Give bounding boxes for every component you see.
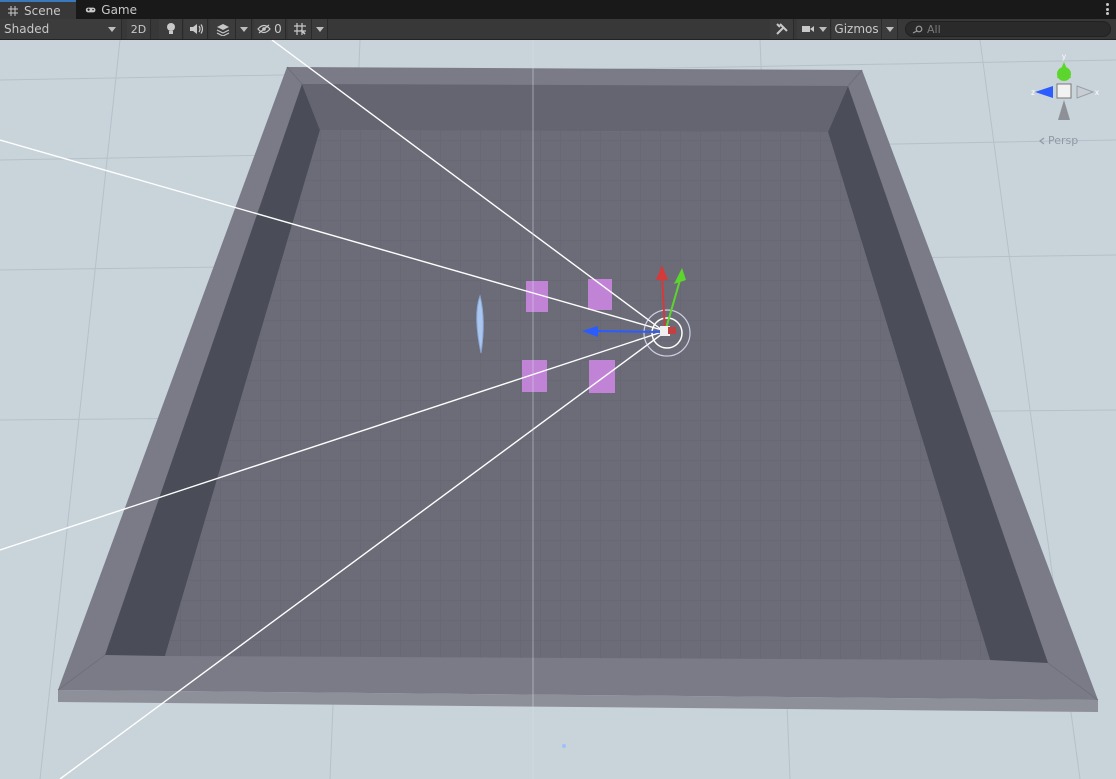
kebab-menu-icon[interactable] (1104, 2, 1110, 16)
gizmos-label: Gizmos (834, 22, 879, 36)
grid-dropdown-button[interactable] (312, 19, 328, 39)
projection-label: Persp (1048, 134, 1079, 147)
draw-mode-dropdown[interactable]: Shaded (0, 19, 122, 39)
hidden-objects-toggle[interactable]: 0 (254, 19, 286, 39)
chevron-down-icon (818, 26, 827, 32)
tools-button[interactable] (770, 19, 794, 39)
projection-toggle[interactable]: Persp (1038, 134, 1078, 147)
search-icon (912, 25, 923, 34)
svg-text:y: y (1062, 52, 1066, 61)
gizmo-center-cube[interactable] (1056, 83, 1072, 99)
orientation-gizmo[interactable]: y z x (1025, 48, 1105, 128)
chevron-down-icon (885, 26, 894, 32)
grid-snap-icon (293, 23, 306, 35)
chevron-left-icon (1039, 137, 1045, 144)
camera-settings-button[interactable] (797, 19, 831, 39)
scene-toolbar: Shaded 2D 0 Gizmos All (0, 19, 1116, 40)
effects-toggle-button[interactable] (210, 19, 236, 39)
tab-bar: Scene Game (0, 0, 1116, 19)
2d-toggle-button[interactable]: 2D (127, 19, 151, 39)
scene-render (0, 40, 1116, 779)
layers-icon (216, 23, 229, 36)
lightbulb-icon (166, 23, 175, 34)
camera-icon (801, 26, 814, 32)
chevron-down-icon (108, 27, 116, 32)
search-input[interactable] (927, 22, 1097, 36)
2d-toggle-label: 2D (130, 22, 147, 36)
gizmos-dropdown-button[interactable] (882, 19, 898, 39)
draw-mode-label: Shaded (4, 22, 50, 36)
svg-text:z: z (1031, 88, 1035, 97)
grid-toggle-button[interactable] (288, 19, 312, 39)
speaker-icon (189, 24, 203, 34)
gizmos-button[interactable]: Gizmos (832, 19, 882, 39)
tab-game-label: Game (101, 2, 137, 17)
cube-4 (589, 360, 615, 393)
axis-x-cone[interactable] (1076, 85, 1095, 99)
tab-scene[interactable]: Scene (0, 0, 76, 19)
wrench-icon (775, 23, 788, 35)
hidden-count: 0 (274, 22, 282, 36)
scene-viewport[interactable]: y z x Persp (0, 40, 1116, 779)
grid-icon (8, 5, 18, 16)
effects-dropdown-button[interactable] (236, 19, 252, 39)
unity-scene-window: Scene Game Shaded 2D 0 Gizmos All y z x … (0, 0, 1116, 779)
chevron-down-icon (315, 26, 324, 32)
lighting-toggle-button[interactable] (159, 19, 183, 39)
svg-text:x: x (1095, 88, 1099, 97)
cube-3 (522, 360, 547, 392)
eye-off-icon (257, 24, 271, 34)
axis-neg-y-cone[interactable] (1058, 100, 1070, 120)
tab-scene-label: Scene (24, 3, 61, 18)
audio-toggle-button[interactable] (184, 19, 208, 39)
scene-search-field[interactable] (905, 21, 1111, 37)
tab-game[interactable]: Game (78, 0, 144, 19)
chevron-down-icon (239, 26, 248, 32)
gamepad-icon (85, 7, 96, 12)
wall-back-inner (302, 84, 848, 132)
axis-z-cone[interactable] (1035, 86, 1053, 98)
